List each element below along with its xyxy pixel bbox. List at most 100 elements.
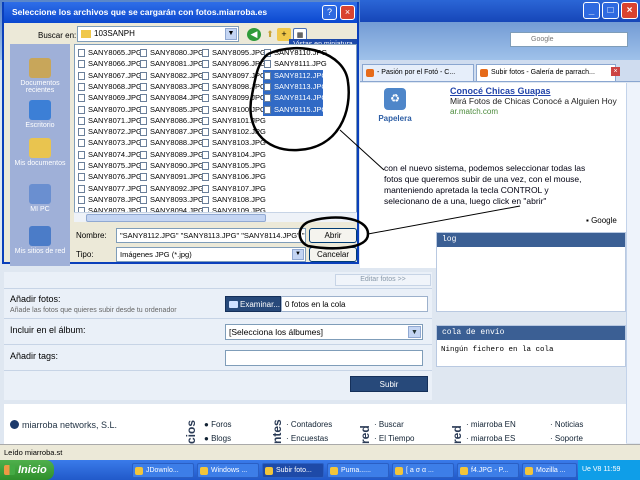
help-icon[interactable]: ?: [322, 5, 337, 20]
file-item[interactable]: SANY8076.JPG: [77, 171, 142, 183]
file-item[interactable]: SANY8066.JPG: [77, 58, 142, 70]
file-item[interactable]: SANY8115.JPG: [263, 103, 327, 116]
tab-subir-fotos[interactable]: Subir fotos - Galería de parrach...: [476, 64, 616, 81]
place-my-computer[interactable]: MI PC: [10, 184, 70, 213]
file-item[interactable]: SANY8096.JPG: [201, 58, 266, 70]
file-item[interactable]: SANY8087.JPG: [139, 126, 204, 138]
taskbar-button[interactable]: [ a σ α ...: [392, 463, 454, 478]
close-icon[interactable]: ×: [621, 2, 638, 19]
file-item[interactable]: SANY8074.JPG: [77, 149, 142, 161]
file-item[interactable]: SANY8112.JPG: [263, 69, 327, 82]
file-item[interactable]: SANY8114.JPG: [263, 92, 327, 105]
file-item[interactable]: SANY8081.JPG: [139, 58, 204, 70]
taskbar-button[interactable]: Puma......: [327, 463, 389, 478]
footer-link-miarroba-es[interactable]: · miarroba ES: [466, 434, 515, 443]
file-item[interactable]: SANY8111.JPG: [263, 58, 327, 70]
footer-link-encuestas[interactable]: · Encuestas: [286, 434, 328, 443]
footer-link-miarroba-en[interactable]: · miarroba EN: [466, 420, 516, 429]
file-item[interactable]: SANY8070.JPG: [77, 104, 142, 116]
file-type-select[interactable]: Imágenes JPG (*.jpg) ▼: [116, 247, 306, 262]
file-item[interactable]: SANY8085.JPG: [139, 104, 204, 116]
file-item[interactable]: SANY8098.JPG: [201, 81, 266, 93]
taskbar-button[interactable]: Subir foto...: [262, 463, 324, 478]
dialog-close-icon[interactable]: ×: [340, 5, 355, 20]
ad-block[interactable]: Conocé Chicas Guapas Mirá Fotos de Chica…: [450, 86, 630, 116]
file-item[interactable]: SANY8065.JPG: [77, 47, 142, 59]
file-item[interactable]: SANY8102.JPG: [201, 126, 266, 138]
tab-close-icon[interactable]: ×: [611, 67, 620, 76]
open-button[interactable]: Abrir: [309, 228, 357, 243]
back-icon[interactable]: ◀: [247, 28, 261, 41]
file-item[interactable]: SANY8082.JPG: [139, 70, 204, 82]
file-item[interactable]: SANY8095.JPG: [201, 47, 266, 59]
file-item[interactable]: SANY8089.JPG: [139, 149, 204, 161]
edit-photos-link[interactable]: Editar fotos >>: [335, 274, 431, 286]
footer-link-buscar[interactable]: · Buscar: [374, 420, 404, 429]
footer-link-contadores[interactable]: · Contadores: [286, 420, 332, 429]
taskbar-button[interactable]: JDownlo...: [132, 463, 194, 478]
scroll-thumb[interactable]: [86, 214, 266, 222]
tray-language[interactable]: Ue V8: [582, 466, 601, 473]
file-item[interactable]: SANY8091.JPG: [139, 171, 204, 183]
footer-link-foros[interactable]: ● Foros: [204, 420, 232, 429]
chevron-down-icon[interactable]: ▼: [225, 28, 237, 40]
look-in-select[interactable]: 103SANPH ▼: [77, 26, 239, 42]
ad-title[interactable]: Conocé Chicas Guapas: [450, 86, 630, 96]
footer-link-blogs[interactable]: ● Blogs: [204, 434, 231, 443]
file-item[interactable]: SANY8073.JPG: [77, 137, 142, 149]
taskbar-button[interactable]: f4.JPG - P...: [457, 463, 519, 478]
cancel-button[interactable]: Cancelar: [309, 247, 357, 262]
file-item[interactable]: SANY8086.JPG: [139, 115, 204, 127]
file-item[interactable]: SANY8105.JPG: [201, 160, 266, 172]
file-item[interactable]: SANY8084.JPG: [139, 92, 204, 104]
page-scrollbar[interactable]: [626, 83, 640, 443]
file-item[interactable]: SANY8067.JPG: [77, 70, 142, 82]
taskbar-button[interactable]: Mozilla ...: [522, 463, 577, 478]
file-item[interactable]: SANY8083.JPG: [139, 81, 204, 93]
file-item[interactable]: SANY8103.JPG: [201, 137, 266, 149]
footer-link-noticias[interactable]: · Noticias: [550, 420, 583, 429]
place-my-documents[interactable]: Mis documentos: [10, 138, 70, 167]
ad-url[interactable]: ar.match.com: [450, 107, 630, 116]
file-item[interactable]: SANY8080.JPG: [139, 47, 204, 59]
browse-button[interactable]: Examinar...: [225, 296, 281, 312]
search-input[interactable]: Google: [510, 32, 628, 47]
file-item[interactable]: SANY8092.JPG: [139, 183, 204, 195]
maximize-icon[interactable]: □: [602, 2, 619, 19]
minimize-icon[interactable]: _: [583, 2, 600, 19]
file-item[interactable]: SANY8099.JPG: [201, 92, 266, 104]
album-select[interactable]: [Selecciona los álbumes] ▼: [225, 324, 423, 340]
file-item[interactable]: SANY8069.JPG: [77, 92, 142, 104]
footer-link-soporte[interactable]: · Soporte: [550, 434, 583, 443]
file-item[interactable]: SANY8071.JPG: [77, 115, 142, 127]
footer-link-eltiempo[interactable]: · El Tiempo: [374, 434, 414, 443]
tab-pasion[interactable]: - Pasión por el Fotó - C...: [362, 64, 474, 81]
chevron-down-icon[interactable]: ▼: [408, 326, 421, 338]
start-button[interactable]: Inicio: [0, 460, 54, 480]
place-desktop[interactable]: Escritorio: [10, 100, 70, 129]
file-item[interactable]: SANY8113.JPG: [263, 80, 327, 93]
taskbar-button[interactable]: Windows ...: [197, 463, 259, 478]
file-name-input[interactable]: "SANY8112.JPG" "SANY8113.JPG" "SANY8114.…: [116, 228, 306, 243]
file-item[interactable]: SANY8072.JPG: [77, 126, 142, 138]
file-list-scrollbar[interactable]: [74, 212, 357, 222]
file-item[interactable]: SANY8068.JPG: [77, 81, 142, 93]
place-recent[interactable]: Documentos recientes: [10, 58, 70, 94]
file-item[interactable]: SANY8106.JPG: [201, 171, 266, 183]
file-item[interactable]: SANY8104.JPG: [201, 149, 266, 161]
file-item[interactable]: SANY8093.JPG: [139, 194, 204, 206]
up-folder-icon[interactable]: ⬆: [263, 28, 277, 41]
papelera-link[interactable]: ♻ Papelera: [371, 88, 419, 128]
file-item[interactable]: SANY8110.JPG: [263, 47, 327, 59]
tags-input[interactable]: [225, 350, 423, 366]
file-item[interactable]: SANY8077.JPG: [77, 183, 142, 195]
file-item[interactable]: SANY8078.JPG: [77, 194, 142, 206]
file-item[interactable]: SANY8100.JPG: [201, 104, 266, 116]
file-item[interactable]: SANY8075.JPG: [77, 160, 142, 172]
place-network[interactable]: Mis sitios de red: [10, 226, 70, 255]
file-item[interactable]: SANY8097.JPG: [201, 70, 266, 82]
file-item[interactable]: SANY8101.JPG: [201, 115, 266, 127]
file-item[interactable]: SANY8107.JPG: [201, 183, 266, 195]
file-item[interactable]: SANY8088.JPG: [139, 137, 204, 149]
file-item[interactable]: SANY8090.JPG: [139, 160, 204, 172]
